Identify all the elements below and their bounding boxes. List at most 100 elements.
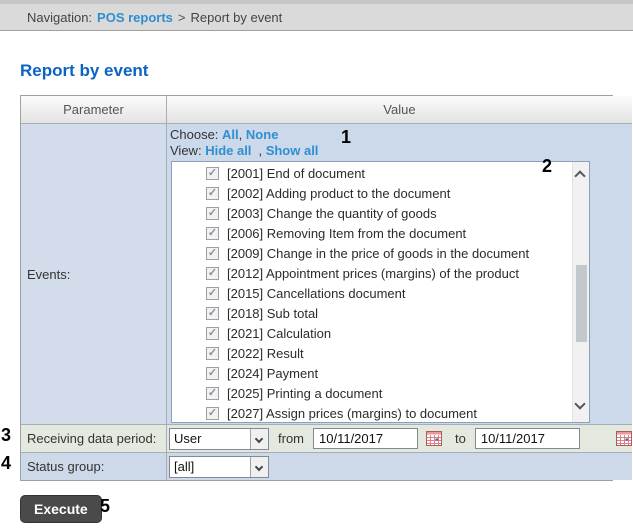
choose-none-link[interactable]: None — [246, 127, 279, 142]
period-preset-select[interactable]: User — [169, 428, 269, 450]
event-item-label: [2022] Result — [227, 346, 304, 361]
status-group-select[interactable]: [all] — [169, 456, 269, 478]
checkbox-checked-icon[interactable]: ✓ — [206, 287, 219, 300]
annotation-number-2: 2 — [542, 157, 552, 175]
checkbox-checked-icon[interactable]: ✓ — [206, 307, 219, 320]
checkmark-icon: ✓ — [208, 208, 217, 219]
status-group-label: Status group: — [21, 453, 166, 480]
event-list-item[interactable]: ✓ [2027] Assign prices (margins) to docu… — [172, 403, 589, 423]
events-listbox[interactable]: ✓ [2001] End of document ✓ [2002] Adding… — [171, 161, 590, 423]
choose-label: Choose: — [170, 127, 218, 142]
receiving-data-period-label: Receiving data period: — [21, 425, 166, 453]
status-group-selected-value: [all] — [170, 457, 250, 477]
checkbox-checked-icon[interactable]: ✓ — [206, 367, 219, 380]
event-list-item[interactable]: ✓ [2024] Payment — [172, 363, 589, 383]
checkbox-checked-icon[interactable]: ✓ — [206, 187, 219, 200]
event-item-label: [2012] Appointment prices (margins) of t… — [227, 266, 519, 281]
events-row-value: Choose: All, None View: Hide all, Show a… — [166, 124, 632, 425]
event-list-item[interactable]: ✓ [2001] End of document — [172, 163, 589, 183]
event-item-label: [2021] Calculation — [227, 326, 331, 341]
checkbox-checked-icon[interactable]: ✓ — [206, 387, 219, 400]
annotation-number-3: 3 — [1, 426, 11, 444]
event-list-item[interactable]: ✓ [2012] Appointment prices (margins) of… — [172, 263, 589, 283]
chevron-down-icon — [255, 434, 263, 442]
select-dropdown-button[interactable] — [250, 429, 268, 449]
scrollbar-thumb[interactable] — [576, 265, 587, 342]
event-list-item[interactable]: ✓ [2002] Adding product to the document — [172, 183, 589, 203]
event-item-label: [2024] Payment — [227, 366, 318, 381]
scroll-up-icon[interactable] — [574, 170, 585, 181]
choose-comma: , — [239, 127, 243, 142]
event-list-item[interactable]: ✓ [2021] Calculation — [172, 323, 589, 343]
checkmark-icon: ✓ — [208, 408, 217, 419]
event-item-label: [2025] Printing a document — [227, 386, 382, 401]
event-item-label: [2009] Change in the price of goods in t… — [227, 246, 529, 261]
select-dropdown-button[interactable] — [250, 457, 268, 477]
checkmark-icon: ✓ — [208, 188, 217, 199]
event-item-label: [2003] Change the quantity of goods — [227, 206, 437, 221]
checkbox-checked-icon[interactable]: ✓ — [206, 267, 219, 280]
checkmark-icon: ✓ — [208, 168, 217, 179]
view-comma: , — [258, 143, 262, 158]
view-hide-all-link[interactable]: Hide all — [205, 143, 251, 158]
event-item-label: [2001] End of document — [227, 166, 365, 181]
events-list-scrollbar[interactable] — [572, 162, 589, 422]
event-list-item[interactable]: ✓ [2003] Change the quantity of goods — [172, 203, 589, 223]
receiving-data-period-value: User from to — [166, 425, 632, 453]
checkbox-checked-icon[interactable]: ✓ — [206, 407, 219, 420]
checkbox-checked-icon[interactable]: ✓ — [206, 347, 219, 360]
event-list-item[interactable]: ✓ [2006] Removing Item from the document — [172, 223, 589, 243]
choose-line: Choose: All, None — [170, 127, 627, 143]
checkmark-icon: ✓ — [208, 308, 217, 319]
event-item-label: [2006] Removing Item from the document — [227, 226, 466, 241]
checkbox-checked-icon[interactable]: ✓ — [206, 207, 219, 220]
checkmark-icon: ✓ — [208, 248, 217, 259]
calendar-icon[interactable] — [616, 431, 632, 446]
events-list: ✓ [2001] End of document ✓ [2002] Adding… — [172, 162, 589, 423]
event-list-item[interactable]: ✓ [2015] Cancellations document — [172, 283, 589, 303]
from-label: from — [278, 431, 304, 446]
breadcrumb: Navigation: POS reports > Report by even… — [0, 0, 633, 31]
status-group-value: [all] — [166, 453, 632, 480]
checkmark-icon: ✓ — [208, 288, 217, 299]
view-line: View: Hide all, Show all — [170, 143, 627, 159]
event-list-item[interactable]: ✓ [2009] Change in the price of goods in… — [172, 243, 589, 263]
checkmark-icon: ✓ — [208, 368, 217, 379]
checkmark-icon: ✓ — [208, 348, 217, 359]
checkmark-icon: ✓ — [208, 228, 217, 239]
parameter-column-header: Parameter — [21, 96, 166, 124]
event-list-item[interactable]: ✓ [2022] Result — [172, 343, 589, 363]
page-title: Report by event — [20, 61, 148, 81]
checkmark-icon: ✓ — [208, 388, 217, 399]
breadcrumb-link-pos-reports[interactable]: POS reports — [97, 10, 173, 25]
breadcrumb-prefix: Navigation: — [27, 10, 92, 25]
event-item-label: [2002] Adding product to the document — [227, 186, 450, 201]
checkbox-checked-icon[interactable]: ✓ — [206, 247, 219, 260]
events-row-label: Events: — [21, 124, 166, 425]
date-to-input[interactable] — [475, 428, 580, 449]
report-by-event-screen: Navigation: POS reports > Report by even… — [0, 0, 633, 532]
checkbox-checked-icon[interactable]: ✓ — [206, 327, 219, 340]
choose-all-link[interactable]: All — [222, 127, 239, 142]
view-label: View: — [170, 143, 202, 158]
scroll-down-icon[interactable] — [574, 398, 585, 409]
calendar-icon[interactable] — [426, 431, 442, 446]
event-list-item[interactable]: ✓ [2018] Sub total — [172, 303, 589, 323]
report-parameters-table: Parameter Value Events: Choose: All, Non… — [20, 95, 613, 481]
date-from-input[interactable] — [313, 428, 418, 449]
execute-button[interactable]: Execute — [20, 495, 102, 523]
event-item-label: [2027] Assign prices (margins) to docume… — [227, 406, 477, 421]
chevron-down-icon — [255, 462, 263, 470]
checkbox-checked-icon[interactable]: ✓ — [206, 227, 219, 240]
event-list-item[interactable]: ✓ [2025] Printing a document — [172, 383, 589, 403]
period-preset-value: User — [170, 429, 250, 449]
checkmark-icon: ✓ — [208, 268, 217, 279]
annotation-number-1: 1 — [341, 128, 351, 146]
checkmark-icon: ✓ — [208, 328, 217, 339]
view-show-all-link[interactable]: Show all — [266, 143, 319, 158]
checkbox-checked-icon[interactable]: ✓ — [206, 167, 219, 180]
breadcrumb-separator: > — [178, 10, 186, 25]
event-item-label: [2015] Cancellations document — [227, 286, 406, 301]
breadcrumb-current: Report by event — [191, 10, 283, 25]
annotation-number-4: 4 — [1, 454, 11, 472]
